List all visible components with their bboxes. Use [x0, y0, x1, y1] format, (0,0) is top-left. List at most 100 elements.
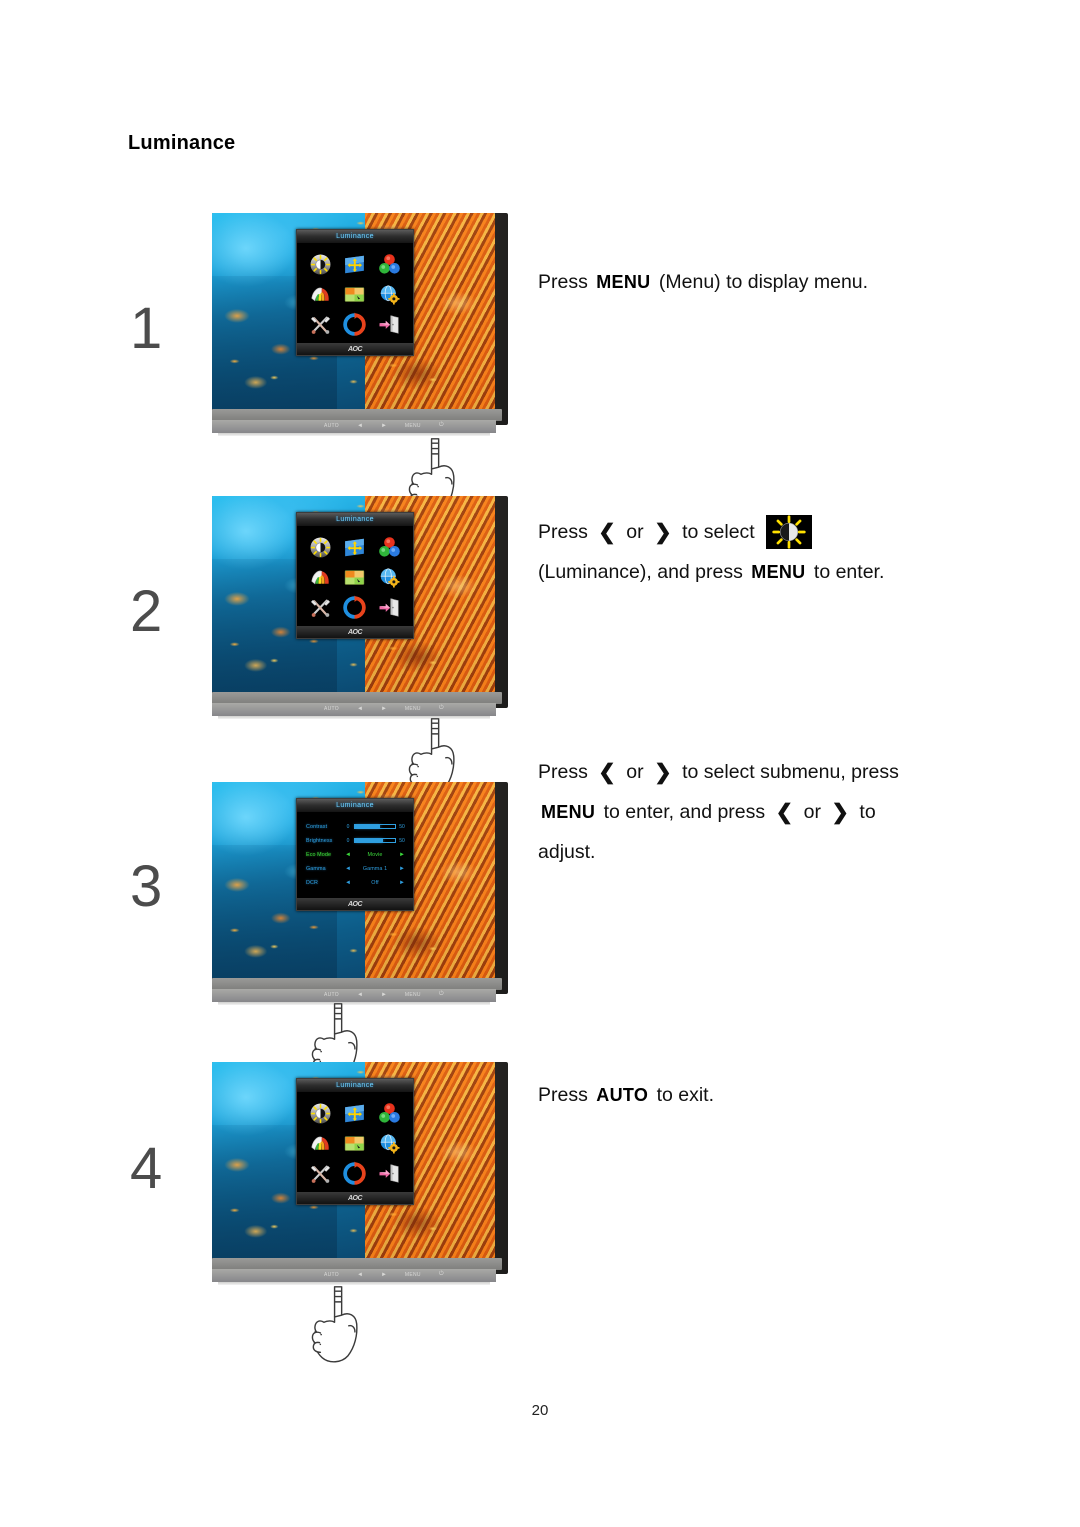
power-button[interactable]: ⏻ — [439, 991, 444, 998]
left-chevron-icon: ❮ — [598, 761, 616, 784]
left-button[interactable]: ◄ — [357, 1272, 363, 1278]
osd-menu-item[interactable] — [340, 1131, 369, 1156]
menu-button[interactable]: MENU — [405, 706, 421, 712]
right-button[interactable]: ► — [381, 1272, 387, 1278]
step-instruction: Press AUTO to exit. — [538, 1075, 1038, 1115]
instruction-line: Press ❮ or ❯ to select — [538, 512, 1038, 552]
menu-button[interactable]: MENU — [405, 992, 421, 998]
osd-menu-item[interactable] — [306, 535, 335, 560]
osd-menu-item[interactable] — [306, 1161, 335, 1186]
osd-menu-item[interactable] — [375, 1161, 404, 1186]
osd-menu-item[interactable] — [306, 1131, 335, 1156]
osd-menu-item[interactable] — [375, 252, 404, 277]
osd-right-arrow-icon[interactable]: ► — [398, 866, 406, 872]
osd-menu-item[interactable] — [306, 312, 335, 337]
osd-slider-fill — [355, 825, 380, 828]
power-button[interactable]: ⏻ — [439, 705, 444, 712]
osd-menu-item[interactable] — [340, 595, 369, 620]
osd-menu-item[interactable] — [375, 595, 404, 620]
osd-footer: AOC — [297, 898, 413, 910]
reset-icon — [342, 595, 367, 620]
power-button[interactable]: ⏻ — [439, 1271, 444, 1278]
luminance-icon — [308, 1101, 333, 1126]
monitor-illustration: Luminance AOC AUTO ◄ ► MENU ⏻ — [212, 1062, 508, 1285]
osd-menu: Luminance Contrast 0 50 Brightness 0 50 Eco Mod… — [296, 798, 414, 911]
osd-submenu-row[interactable]: Contrast 0 50 — [306, 821, 406, 832]
instruction-text: adjust. — [538, 841, 596, 863]
image-setup-icon — [342, 535, 367, 560]
osd-right-arrow-icon[interactable]: ► — [398, 880, 406, 886]
osd-slider-track[interactable] — [354, 824, 396, 829]
osd-option-value: Off — [371, 879, 379, 886]
osd-menu-item[interactable] — [306, 252, 335, 277]
osd-slider-min: 0 — [346, 837, 350, 844]
osd-menu-item[interactable] — [340, 312, 369, 337]
osd-left-arrow-icon[interactable]: ◄ — [344, 866, 352, 872]
osd-menu-item[interactable] — [375, 535, 404, 560]
instruction-text: to enter. — [813, 561, 885, 583]
luminance-icon-chip — [766, 515, 813, 549]
reset-icon — [342, 312, 367, 337]
auto-button[interactable]: AUTO — [324, 706, 339, 712]
osd-menu-item[interactable] — [375, 565, 404, 590]
osd-menu: Luminance AOC — [296, 1078, 414, 1205]
osd-menu-item[interactable] — [306, 282, 335, 307]
osd-menu-item[interactable] — [375, 1101, 404, 1126]
osd-menu-item[interactable] — [340, 1161, 369, 1186]
osd-setup-icon — [342, 565, 367, 590]
monitor-illustration: Luminance AOC AUTO ◄ ► MENU ⏻ — [212, 213, 508, 436]
osd-submenu-row[interactable]: Gamma ◄ Gamma 1 ► — [306, 863, 406, 874]
right-button[interactable]: ► — [381, 992, 387, 998]
key-badge-auto: AUTO — [596, 1085, 649, 1105]
exit-icon — [377, 595, 402, 620]
monitor-illustration: Luminance Contrast 0 50 Brightness 0 50 Eco Mod… — [212, 782, 508, 1005]
page-number: 20 — [531, 1402, 549, 1419]
monitor-screen-area: Luminance Contrast 0 50 Brightness 0 50 Eco Mod… — [212, 782, 508, 994]
osd-menu-item[interactable] — [340, 565, 369, 590]
osd-slider-track[interactable] — [354, 838, 396, 843]
osd-menu-item[interactable] — [375, 312, 404, 337]
osd-menu-item[interactable] — [340, 282, 369, 307]
osd-left-arrow-icon[interactable]: ◄ — [344, 880, 352, 886]
osd-menu-item[interactable] — [340, 535, 369, 560]
power-button[interactable]: ⏻ — [439, 422, 444, 429]
auto-button[interactable]: AUTO — [324, 423, 339, 429]
luminance-icon — [308, 252, 333, 277]
osd-option-value: Movie — [367, 851, 383, 858]
osd-menu-item[interactable] — [306, 595, 335, 620]
osd-right-arrow-icon[interactable]: ► — [398, 852, 406, 858]
osd-slider-min: 0 — [346, 823, 350, 830]
instruction-text: (Menu) to display menu. — [658, 271, 869, 293]
left-button[interactable]: ◄ — [357, 423, 363, 429]
right-button[interactable]: ► — [381, 706, 387, 712]
luminance-icon — [766, 515, 812, 549]
osd-menu-item[interactable] — [306, 1101, 335, 1126]
pointing-hand-icon — [308, 1280, 370, 1368]
osd-menu-item[interactable] — [340, 252, 369, 277]
instruction-text: to select — [676, 521, 761, 543]
osd-menu-item[interactable] — [375, 1131, 404, 1156]
osd-submenu-row[interactable]: Brightness 0 50 — [306, 835, 406, 846]
osd-luminance-submenu: Contrast 0 50 Brightness 0 50 Eco Mode ◄ Movie ► G… — [297, 812, 413, 898]
color-setup-icon — [377, 252, 402, 277]
osd-submenu-label: Brightness — [306, 837, 333, 844]
menu-button[interactable]: MENU — [405, 1272, 421, 1278]
osd-left-arrow-icon[interactable]: ◄ — [344, 852, 352, 858]
menu-button[interactable]: MENU — [405, 423, 421, 429]
step-instruction: Press ❮ or ❯ to select submenu, press ME… — [538, 752, 1038, 872]
left-button[interactable]: ◄ — [357, 706, 363, 712]
instruction-line: MENU to enter, and press ❮ or ❯ to — [538, 792, 1038, 832]
osd-submenu-row[interactable]: Eco Mode ◄ Movie ► — [306, 849, 406, 860]
auto-button[interactable]: AUTO — [324, 1272, 339, 1278]
monitor-illustration: Luminance AOC AUTO ◄ ► MENU ⏻ — [212, 496, 508, 719]
osd-submenu-row[interactable]: DCR ◄ Off ► — [306, 877, 406, 888]
osd-menu-item[interactable] — [375, 282, 404, 307]
osd-menu-item[interactable] — [340, 1101, 369, 1126]
osd-footer: AOC — [297, 626, 413, 638]
osd-menu-item[interactable] — [306, 565, 335, 590]
right-button[interactable]: ► — [381, 423, 387, 429]
monitor-button-row: AUTO ◄ ► MENU ⏻ — [324, 705, 444, 712]
monitor-button-row: AUTO ◄ ► MENU ⏻ — [324, 422, 444, 429]
left-chevron-icon: ❮ — [598, 521, 616, 544]
osd-icon-grid — [297, 243, 413, 343]
